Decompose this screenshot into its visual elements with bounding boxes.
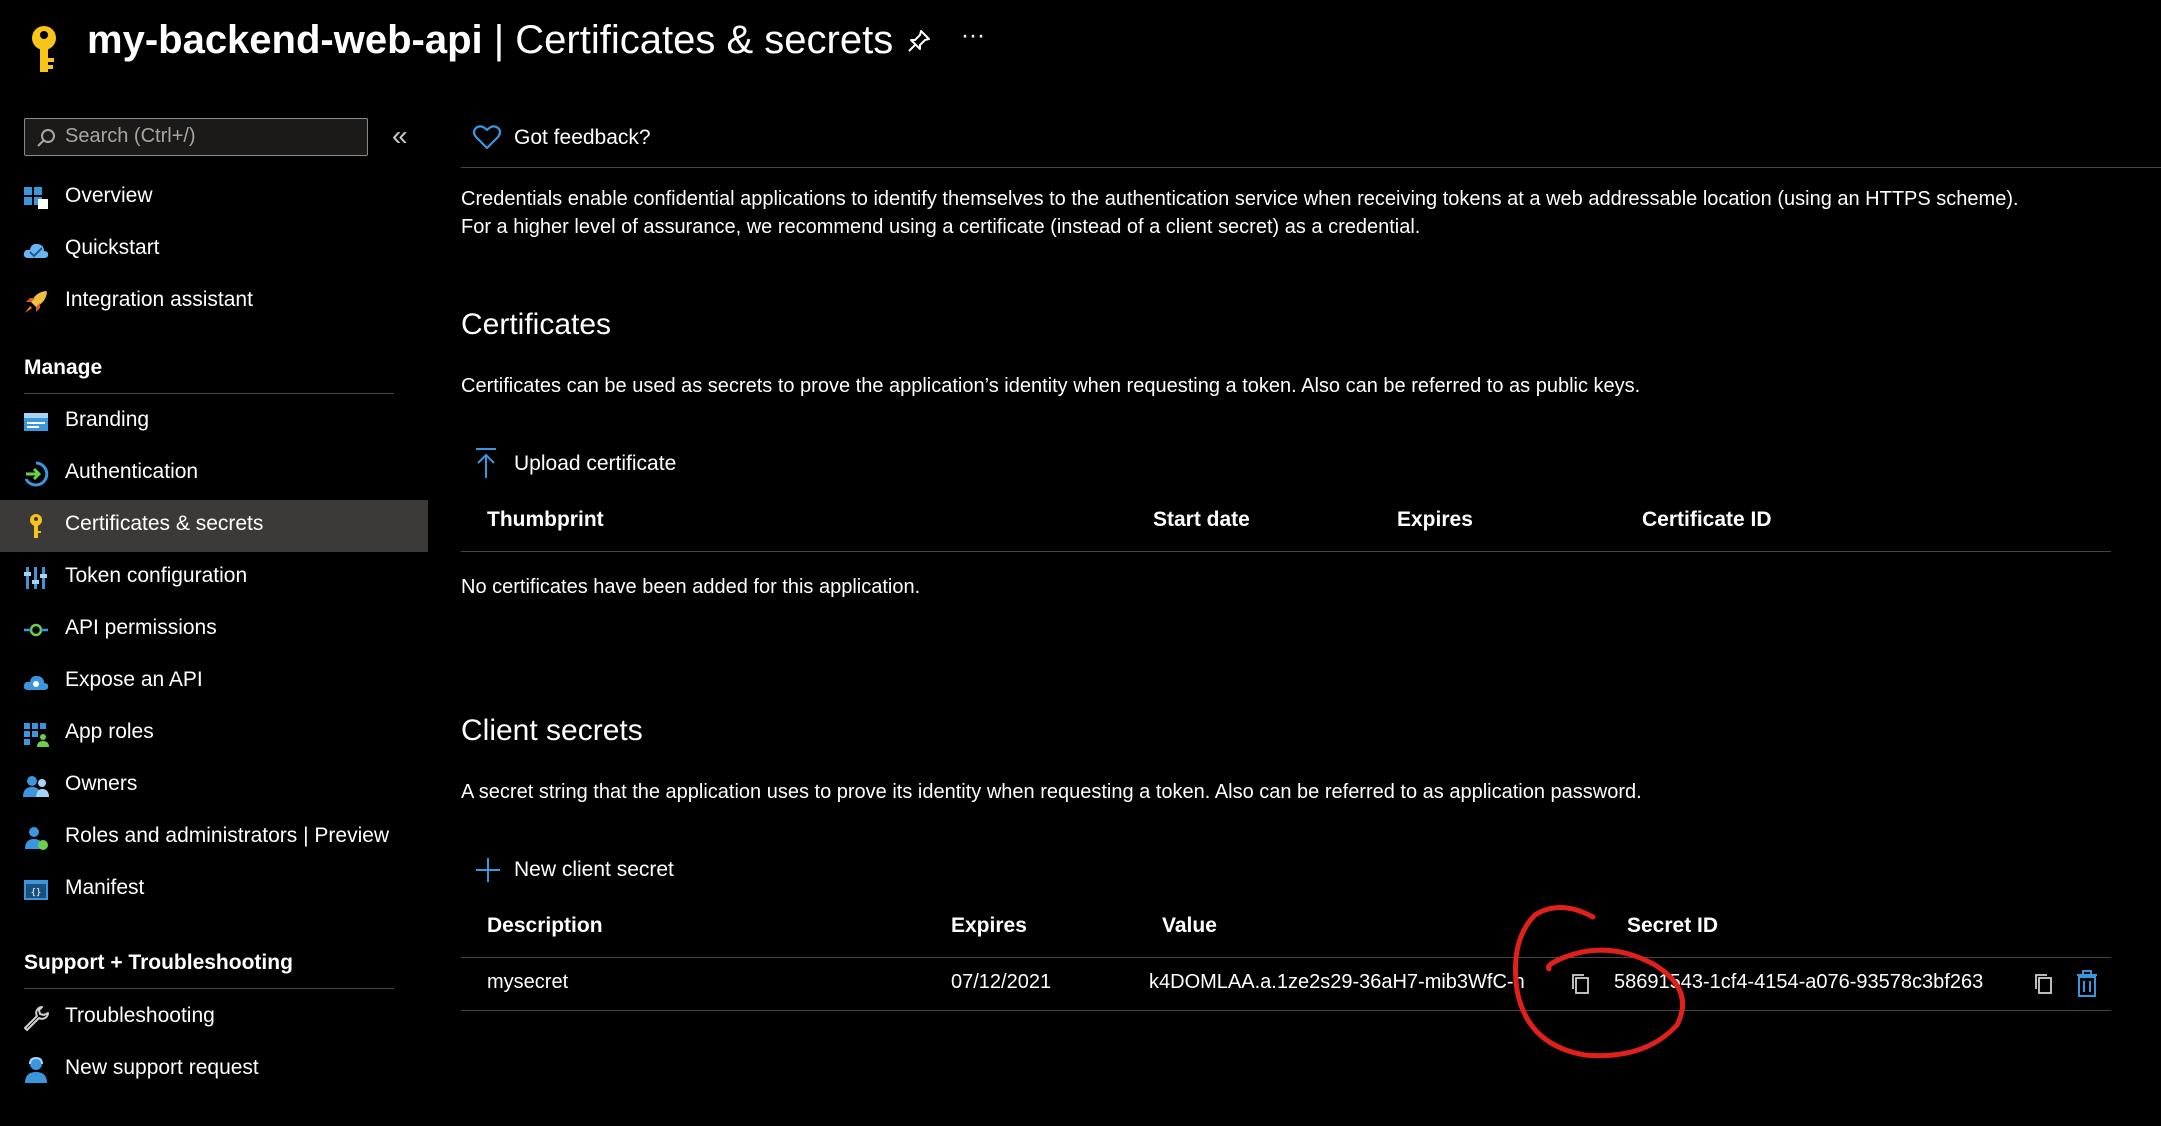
search-icon <box>37 129 55 147</box>
sidebar-item-troubleshooting[interactable]: Troubleshooting <box>0 992 428 1044</box>
divider <box>24 988 394 989</box>
column-header-expires[interactable]: Expires <box>951 914 1027 938</box>
client-secrets-heading: Client secrets <box>461 714 643 747</box>
plus-icon <box>476 858 500 882</box>
sidebar-item-label: Authentication <box>65 460 199 483</box>
divider <box>24 393 394 394</box>
client-secrets-description: A secret string that the application use… <box>461 781 1642 803</box>
sidebar-item-certificates-secrets[interactable]: Certificates & secrets <box>0 500 428 552</box>
collapse-sidebar-button[interactable]: « <box>392 120 407 152</box>
sidebar-item-new-support-request[interactable]: New support request <box>0 1044 428 1096</box>
column-header-description[interactable]: Description <box>487 914 603 938</box>
page-title-text: Certificates & secrets <box>515 18 894 62</box>
key-icon <box>30 514 42 538</box>
title-separator: | <box>493 18 505 62</box>
empty-certificates-message: No certificates have been added for this… <box>461 576 921 598</box>
sidebar-item-expose-an-api[interactable]: Expose an API <box>0 656 428 708</box>
manage-header: Manage <box>24 356 103 379</box>
secret-value: k4DOMLAA.a.1ze2s29-36aH7-mib3WfC-h <box>1149 971 1525 993</box>
sidebar-item-label: Token configuration <box>65 564 248 587</box>
secret-expires: 07/12/2021 <box>951 971 1052 993</box>
sidebar-item-manifest[interactable]: {} Manifest <box>0 864 428 916</box>
sidebar-item-label: Branding <box>65 408 150 431</box>
branding-icon <box>24 413 48 431</box>
column-header-certificate-id[interactable]: Certificate ID <box>1642 508 1772 532</box>
feedback-button[interactable]: Got feedback? <box>472 120 672 156</box>
column-header-thumbprint[interactable]: Thumbprint <box>487 508 604 532</box>
support-header: Support + Troubleshooting <box>24 951 293 974</box>
api-permissions-icon <box>24 623 48 637</box>
copy-secret-id-icon[interactable] <box>2033 972 2055 996</box>
new-client-secret-button[interactable]: New client secret <box>472 852 712 892</box>
sidebar-item-api-permissions[interactable]: API permissions <box>0 604 428 656</box>
overview-icon <box>24 187 48 209</box>
certificates-heading: Certificates <box>461 308 612 341</box>
sidebar-item-label: API permissions <box>65 616 217 639</box>
manifest-icon: {} <box>24 880 48 900</box>
upload-certificate-button[interactable]: Upload certificate <box>472 444 712 484</box>
sidebar-item-branding[interactable]: Branding <box>0 396 428 448</box>
rocket-icon <box>25 291 47 313</box>
new-client-secret-label: New client secret <box>514 858 674 881</box>
sidebar-item-label: Owners <box>65 772 138 795</box>
heart-icon <box>472 125 502 150</box>
sidebar-item-label: Troubleshooting <box>65 1004 215 1027</box>
column-header-expires[interactable]: Expires <box>1397 508 1473 532</box>
sidebar-item-label: App roles <box>65 720 154 743</box>
more-icon[interactable]: ··· <box>961 22 985 50</box>
sidebar-item-label: Roles and administrators | Preview <box>65 824 390 847</box>
sidebar-item-label: Certificates & secrets <box>65 512 264 535</box>
roles-admin-icon <box>25 827 48 850</box>
upload-icon <box>476 448 496 478</box>
sidebar-item-label: Quickstart <box>65 236 160 259</box>
quickstart-cloud-icon <box>23 243 49 258</box>
intro-text: Credentials enable confidential applicat… <box>461 188 2019 238</box>
pin-icon[interactable] <box>906 28 932 54</box>
page-title: my-backend-web-api | Certificates & secr… <box>87 12 893 68</box>
sidebar-item-label: Overview <box>65 184 153 207</box>
column-header-start-date[interactable]: Start date <box>1153 508 1250 532</box>
table-row: mysecret 07/12/2021 k4DOMLAA.a.1ze2s29-3… <box>461 958 2111 1010</box>
column-header-value[interactable]: Value <box>1162 914 1217 938</box>
sidebar-item-authentication[interactable]: Authentication <box>0 448 428 500</box>
sidebar-item-overview[interactable]: Overview <box>0 172 428 224</box>
search-input[interactable]: Search (Ctrl+/) <box>24 118 368 156</box>
app-roles-icon <box>24 723 49 747</box>
sidebar-item-label: Integration assistant <box>65 288 253 311</box>
sidebar-item-label: New support request <box>65 1056 259 1079</box>
secret-description: mysecret <box>487 971 569 993</box>
upload-certificate-label: Upload certificate <box>514 452 677 475</box>
owners-icon <box>23 776 49 797</box>
search-placeholder: Search (Ctrl+/) <box>65 125 196 147</box>
table-divider <box>461 1010 2111 1011</box>
sidebar-item-token-configuration[interactable]: Token configuration <box>0 552 428 604</box>
sidebar-item-roles-administrators[interactable]: Roles and administrators | Preview <box>0 812 428 864</box>
app-name: my-backend-web-api <box>87 18 483 62</box>
divider <box>461 167 2161 168</box>
feedback-label: Got feedback? <box>514 126 651 149</box>
token-config-icon <box>24 567 47 589</box>
authentication-icon <box>24 461 49 487</box>
sidebar-item-label: Manifest <box>65 876 145 899</box>
sidebar-item-owners[interactable]: Owners <box>0 760 428 812</box>
sidebar-item-app-roles[interactable]: App roles <box>0 708 428 760</box>
table-divider <box>461 551 2111 552</box>
sidebar-item-quickstart[interactable]: Quickstart <box>0 224 428 276</box>
wrench-icon <box>24 1006 49 1031</box>
key-icon <box>32 26 56 72</box>
support-person-icon <box>25 1056 47 1083</box>
annotation-circle <box>1512 904 1686 1059</box>
sidebar-item-label: Expose an API <box>65 668 203 691</box>
delete-icon[interactable] <box>2075 970 2099 998</box>
svg-text:{}: {} <box>31 888 42 898</box>
expose-api-cloud-icon <box>23 675 49 690</box>
certificates-description: Certificates can be used as secrets to p… <box>461 375 1641 397</box>
sidebar-item-integration-assistant[interactable]: Integration assistant <box>0 276 428 328</box>
